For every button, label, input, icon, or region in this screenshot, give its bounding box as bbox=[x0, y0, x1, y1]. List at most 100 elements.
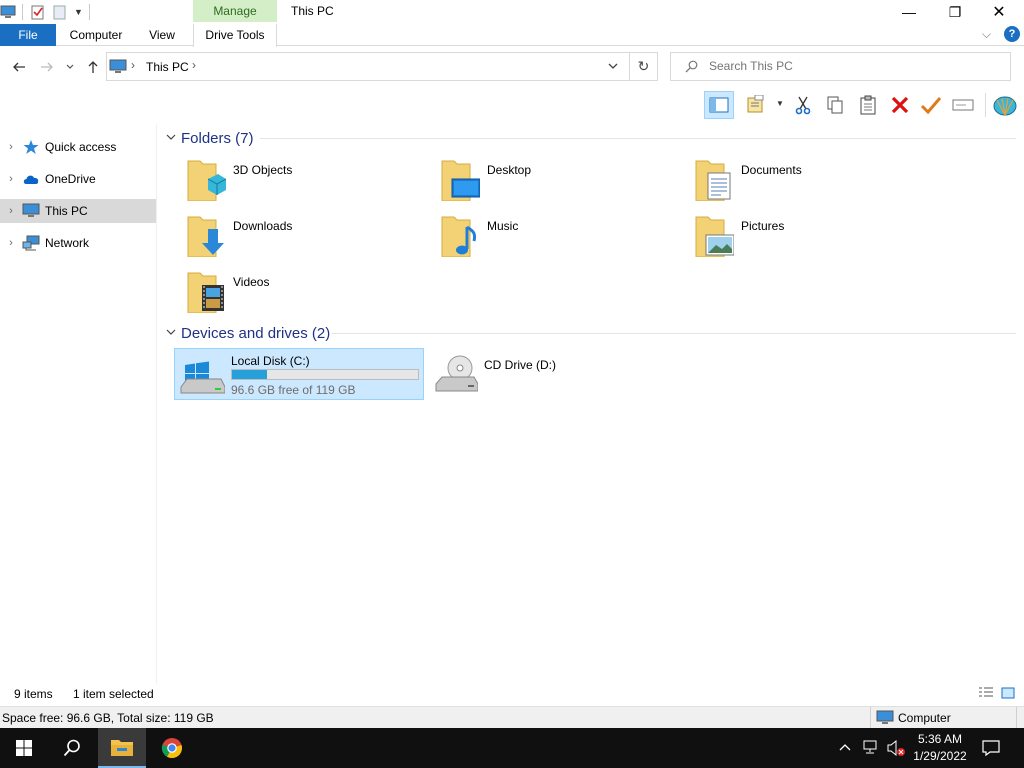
downloads-folder-icon bbox=[186, 213, 226, 258]
network-status-icon[interactable] bbox=[862, 739, 880, 758]
drive-name: CD Drive (D:) bbox=[484, 358, 556, 372]
show-hidden-icons-icon[interactable] bbox=[838, 740, 852, 757]
properties-icon[interactable] bbox=[30, 4, 46, 20]
sidebar-item-network[interactable]: › Network bbox=[0, 231, 156, 255]
drive-usage-bar bbox=[231, 369, 419, 380]
breadcrumb-this-pc[interactable]: This PC bbox=[146, 60, 189, 74]
large-icons-view-icon[interactable] bbox=[1000, 686, 1016, 703]
sidebar-item-onedrive[interactable]: › OneDrive bbox=[0, 167, 156, 191]
computer-icon bbox=[876, 710, 894, 728]
desktop-folder-icon bbox=[440, 157, 481, 202]
window-title: This PC bbox=[291, 4, 334, 18]
divider bbox=[985, 93, 986, 117]
maximize-button[interactable]: ❐ bbox=[932, 0, 978, 24]
computer-icon[interactable] bbox=[0, 4, 16, 20]
folder-item[interactable]: Videos bbox=[176, 267, 426, 319]
search-icon bbox=[63, 739, 80, 757]
delete-button[interactable] bbox=[885, 91, 915, 119]
checkmark-icon bbox=[920, 97, 942, 115]
notification-center-icon[interactable] bbox=[982, 739, 1000, 760]
drive-item-cd-drive[interactable]: CD Drive (D:) bbox=[428, 348, 678, 400]
ribbon-expand-icon[interactable]: ⌵ bbox=[982, 27, 991, 42]
folder-item[interactable]: Desktop bbox=[430, 155, 680, 207]
details-view-icon[interactable] bbox=[978, 686, 994, 703]
volume-muted-icon[interactable] bbox=[886, 739, 906, 760]
folder-name: Music bbox=[487, 219, 519, 233]
breadcrumb-separator[interactable]: › bbox=[192, 58, 196, 72]
folder-item[interactable]: Documents bbox=[684, 155, 934, 207]
quick-access-toolbar: ▼ bbox=[0, 2, 90, 22]
cut-button[interactable] bbox=[788, 91, 818, 119]
address-dropdown-icon[interactable] bbox=[608, 60, 618, 74]
start-button[interactable] bbox=[0, 728, 48, 768]
close-button[interactable]: ✕ bbox=[976, 0, 1022, 24]
drive-usage-fill bbox=[232, 370, 268, 379]
chevron-down-icon bbox=[166, 133, 181, 144]
delete-x-icon bbox=[891, 96, 909, 114]
new-folder-icon[interactable] bbox=[52, 4, 68, 20]
drive-item-local-disk[interactable]: Local Disk (C:) 96.6 GB free of 119 GB bbox=[174, 348, 424, 400]
customize-qat-icon[interactable]: ▼ bbox=[74, 7, 83, 17]
folders-group-header[interactable]: Folders (7) bbox=[166, 128, 254, 148]
manage-context-tab[interactable]: Manage bbox=[193, 0, 277, 22]
sidebar-item-quick-access[interactable]: › Quick access bbox=[0, 135, 156, 159]
breadcrumb-separator[interactable]: › bbox=[131, 58, 135, 72]
title-bar: ▼ Manage This PC — ❐ ✕ bbox=[0, 0, 1024, 24]
rename-button[interactable] bbox=[948, 91, 978, 119]
copy-button[interactable] bbox=[820, 91, 850, 119]
forward-button[interactable] bbox=[37, 57, 57, 77]
refresh-button[interactable]: ↻ bbox=[629, 52, 658, 81]
chevron-right-icon[interactable]: › bbox=[0, 205, 22, 217]
folder-item[interactable]: Music bbox=[430, 211, 680, 263]
drives-group-header[interactable]: Devices and drives (2) bbox=[166, 323, 330, 343]
layout-pane-icon bbox=[709, 97, 729, 113]
folder-item[interactable]: 3D Objects bbox=[176, 155, 426, 207]
drive-name: Local Disk (C:) bbox=[231, 354, 310, 368]
recent-locations-button[interactable] bbox=[62, 57, 78, 77]
divider bbox=[22, 4, 23, 20]
navigation-pane-button[interactable] bbox=[704, 91, 734, 119]
chevron-down-icon[interactable]: ▼ bbox=[776, 99, 784, 108]
sidebar-item-this-pc[interactable]: › This PC bbox=[0, 199, 156, 223]
chevron-right-icon[interactable]: › bbox=[0, 173, 22, 185]
tab-view[interactable]: View bbox=[140, 24, 184, 46]
folder-name: Downloads bbox=[233, 219, 293, 233]
windows-drive-icon bbox=[179, 357, 226, 398]
paste-button[interactable] bbox=[853, 91, 883, 119]
search-button[interactable] bbox=[48, 728, 96, 768]
up-button[interactable] bbox=[83, 57, 103, 77]
chevron-right-icon[interactable]: › bbox=[0, 237, 22, 249]
tab-drive-tools[interactable]: Drive Tools bbox=[193, 24, 277, 47]
folder-item[interactable]: Downloads bbox=[176, 211, 426, 263]
sidebar-item-label: OneDrive bbox=[45, 172, 96, 186]
properties-icon bbox=[747, 95, 764, 113]
chrome-taskbar-button[interactable] bbox=[148, 728, 196, 768]
search-input[interactable] bbox=[709, 59, 999, 73]
up-arrow-icon bbox=[88, 61, 98, 73]
chevron-right-icon[interactable]: › bbox=[0, 141, 22, 153]
group-divider bbox=[260, 138, 1016, 139]
properties-button[interactable] bbox=[742, 91, 772, 119]
selection-count: 1 item selected bbox=[73, 687, 154, 701]
close-icon: ✕ bbox=[992, 4, 1006, 21]
folder-item[interactable]: Pictures bbox=[684, 211, 934, 263]
minimize-button[interactable]: — bbox=[886, 0, 932, 24]
back-button[interactable] bbox=[9, 57, 29, 77]
pane-splitter[interactable] bbox=[156, 124, 157, 684]
help-icon[interactable]: ? bbox=[1004, 26, 1020, 42]
pictures-folder-icon bbox=[694, 213, 735, 258]
tab-computer[interactable]: Computer bbox=[62, 24, 130, 46]
clock[interactable]: 5:36 AM 1/29/2022 bbox=[910, 731, 970, 765]
cloud-icon bbox=[22, 171, 40, 187]
tab-file[interactable]: File bbox=[0, 24, 56, 46]
open-shell-button[interactable] bbox=[990, 91, 1020, 119]
item-count: 9 items bbox=[14, 687, 53, 701]
clock-time: 5:36 AM bbox=[917, 732, 963, 746]
address-bar[interactable]: › This PC › bbox=[106, 52, 630, 81]
confirm-button[interactable] bbox=[916, 91, 946, 119]
forward-arrow-icon bbox=[41, 62, 53, 72]
file-explorer-taskbar-button[interactable] bbox=[98, 728, 146, 768]
search-box[interactable] bbox=[670, 52, 1011, 81]
details-bar: Space free: 96.6 GB, Total size: 119 GB … bbox=[0, 706, 1024, 729]
rename-icon bbox=[952, 99, 974, 111]
